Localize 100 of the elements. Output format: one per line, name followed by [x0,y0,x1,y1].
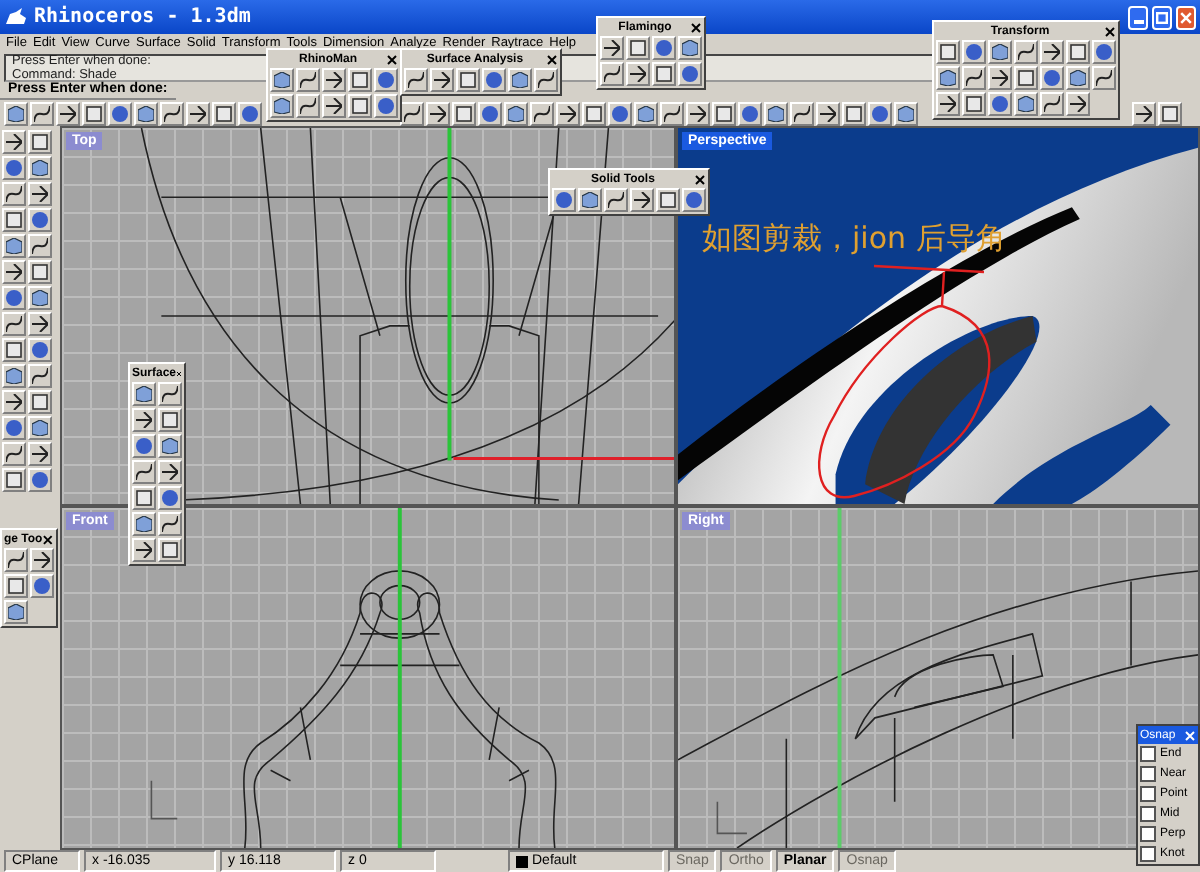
close-icon[interactable] [690,22,702,34]
tool-button[interactable] [534,68,558,92]
tool-button[interactable] [626,36,650,60]
tool-button[interactable] [2,390,26,414]
tool-button[interactable] [132,382,156,406]
checkbox[interactable] [1140,766,1156,782]
minimize-button[interactable] [1128,5,1148,29]
tool-button[interactable] [630,188,654,212]
checkbox[interactable] [1140,786,1156,802]
tool-button[interactable] [2,338,26,362]
tool-button[interactable] [2,312,26,336]
tool-button[interactable] [28,364,52,388]
tool-button[interactable] [634,102,658,126]
close-icon[interactable] [546,54,558,66]
tool-button[interactable] [2,260,26,284]
tool-button[interactable] [556,102,580,126]
tool-button[interactable] [28,312,52,336]
close-icon[interactable] [386,54,398,66]
tool-button[interactable] [842,102,866,126]
tool-button[interactable] [82,102,106,126]
tool-button[interactable] [2,442,26,466]
tool-button[interactable] [452,102,476,126]
tool-button[interactable] [660,102,684,126]
tool-button[interactable] [404,68,428,92]
tool-button[interactable] [936,40,960,64]
tool-button[interactable] [1158,102,1182,126]
tool-button[interactable] [686,102,710,126]
tool-button[interactable] [1066,40,1090,64]
tool-button[interactable] [28,130,52,154]
tool-button[interactable] [936,66,960,90]
tool-button[interactable] [134,102,158,126]
tool-button[interactable] [456,68,480,92]
tool-button[interactable] [1040,40,1064,64]
tool-button[interactable] [270,94,294,118]
tool-button[interactable] [988,40,1012,64]
close-icon[interactable] [176,368,182,380]
tool-button[interactable] [212,102,236,126]
tool-button[interactable] [790,102,814,126]
tool-button[interactable] [1066,66,1090,90]
tool-button[interactable] [1092,66,1116,90]
tool-button[interactable] [348,68,372,92]
close-icon[interactable] [694,174,706,186]
tool-button[interactable] [530,102,554,126]
tool-button[interactable] [28,286,52,310]
tool-button[interactable] [430,68,454,92]
tool-button[interactable] [962,66,986,90]
tool-button[interactable] [348,94,372,118]
tool-button[interactable] [132,460,156,484]
tool-button[interactable] [604,188,628,212]
tool-button[interactable] [816,102,840,126]
tool-button[interactable] [1014,40,1038,64]
tool-button[interactable] [1066,92,1090,116]
tool-button[interactable] [30,548,54,572]
tool-button[interactable] [504,102,528,126]
tool-button[interactable] [2,208,26,232]
tool-button[interactable] [158,538,182,562]
maximize-button[interactable] [1152,5,1172,29]
checkbox[interactable] [1140,746,1156,762]
tool-button[interactable] [652,62,676,86]
tool-button[interactable] [600,62,624,86]
tool-button[interactable] [2,234,26,258]
tool-button[interactable] [270,68,294,92]
close-icon[interactable] [42,534,54,546]
tool-button[interactable] [2,130,26,154]
tool-button[interactable] [962,92,986,116]
checkbox[interactable] [1140,806,1156,822]
tool-button[interactable] [2,364,26,388]
tool-button[interactable] [1040,92,1064,116]
tool-button[interactable] [4,600,28,624]
tool-button[interactable] [626,62,650,86]
tool-button[interactable] [4,574,28,598]
tool-button[interactable] [28,442,52,466]
tool-button[interactable] [1132,102,1156,126]
tool-button[interactable] [132,512,156,536]
tool-button[interactable] [28,156,52,180]
tool-button[interactable] [158,460,182,484]
tool-button[interactable] [988,66,1012,90]
checkbox[interactable] [1140,846,1156,862]
tool-button[interactable] [28,260,52,284]
tool-button[interactable] [1014,66,1038,90]
tool-button[interactable] [322,68,346,92]
tool-button[interactable] [400,102,424,126]
tool-button[interactable] [2,468,26,492]
tool-button[interactable] [158,382,182,406]
close-button[interactable] [1176,5,1196,29]
tool-button[interactable] [508,68,532,92]
tool-button[interactable] [132,486,156,510]
tool-button[interactable] [186,102,210,126]
close-icon[interactable] [1104,26,1116,38]
tool-button[interactable] [712,102,736,126]
tool-button[interactable] [322,94,346,118]
tool-button[interactable] [28,182,52,206]
tool-button[interactable] [56,102,80,126]
tool-button[interactable] [936,92,960,116]
tool-button[interactable] [158,512,182,536]
tool-button[interactable] [582,102,606,126]
tool-button[interactable] [764,102,788,126]
tool-button[interactable] [296,68,320,92]
tool-button[interactable] [28,234,52,258]
tool-button[interactable] [158,434,182,458]
